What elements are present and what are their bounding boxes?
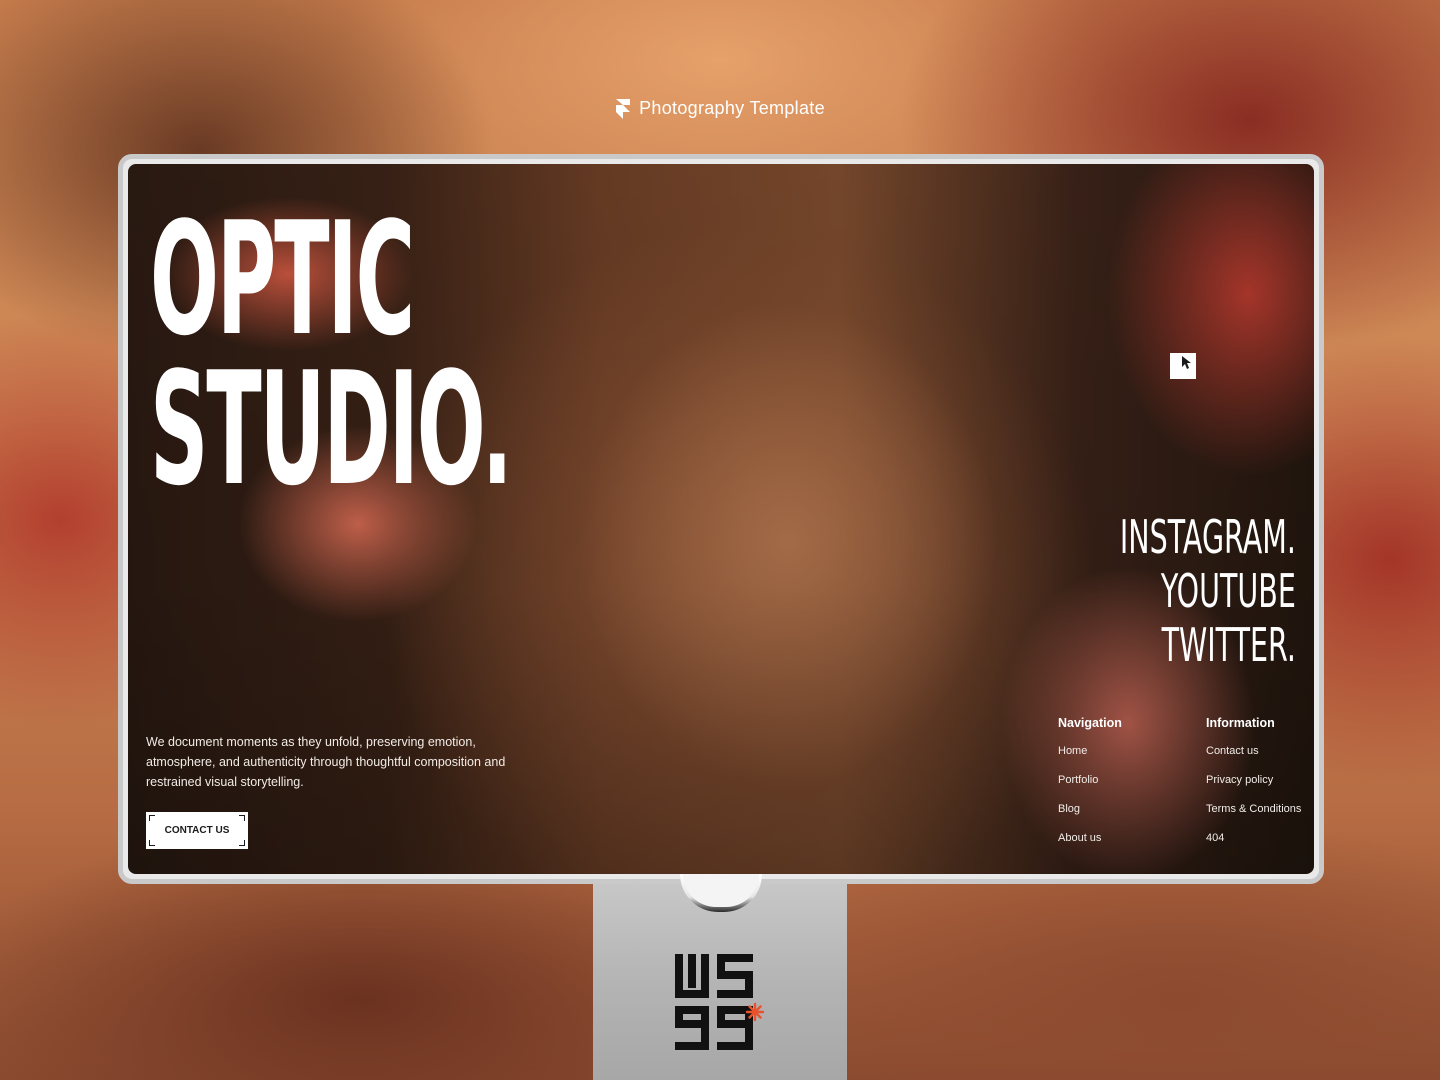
website-preview: OPTIC STUDIO. INSTAGRAM. YOUTUBE TWITTER… (128, 164, 1314, 874)
hero-headline: OPTIC STUDIO. (150, 188, 513, 520)
contact-us-button[interactable]: CONTACT US (146, 812, 248, 849)
social-links: INSTAGRAM. YOUTUBE TWITTER. (1120, 510, 1296, 672)
footer-link-contact-us[interactable]: Contact us (1206, 744, 1301, 758)
template-title: Photography Template (639, 98, 825, 118)
footer-navigation-heading: Navigation (1058, 716, 1122, 730)
ws-monogram-logo-icon (675, 954, 765, 1050)
contact-us-label: CONTACT US (164, 825, 230, 836)
button-corner-mark (149, 840, 155, 846)
footer-link-home[interactable]: Home (1058, 744, 1122, 758)
browser-frame: OPTIC STUDIO. INSTAGRAM. YOUTUBE TWITTER… (118, 154, 1324, 884)
footer-link-portfolio[interactable]: Portfolio (1058, 773, 1122, 787)
social-link-twitter[interactable]: TWITTER. (1120, 618, 1296, 672)
headline-line-1: OPTIC (150, 188, 415, 370)
template-title-bar: Photography Template (0, 98, 1440, 119)
button-corner-mark (149, 815, 155, 821)
headline-line-2: STUDIO. (150, 338, 513, 520)
footer-information: Information Contact us Privacy policy Te… (1206, 716, 1301, 860)
social-link-youtube[interactable]: YOUTUBE (1120, 564, 1296, 618)
custom-cursor (1170, 353, 1196, 379)
cursor-arrow-icon (1182, 356, 1191, 369)
framer-logo-icon (616, 98, 631, 119)
button-corner-mark (239, 840, 245, 846)
stand-neck (680, 874, 762, 912)
footer-link-blog[interactable]: Blog (1058, 802, 1122, 816)
social-link-instagram[interactable]: INSTAGRAM. (1120, 510, 1296, 564)
monitor-stand (593, 874, 847, 1080)
footer-information-heading: Information (1206, 716, 1275, 730)
footer-link-privacy-policy[interactable]: Privacy policy (1206, 773, 1301, 787)
footer-link-terms-conditions[interactable]: Terms & Conditions (1206, 802, 1301, 816)
footer-link-about-us[interactable]: About us (1058, 831, 1122, 845)
button-corner-mark (239, 815, 245, 821)
footer-navigation: Navigation Home Portfolio Blog About us (1058, 716, 1122, 860)
hero-tagline: We document moments as they unfold, pres… (146, 735, 506, 789)
footer-link-404[interactable]: 404 (1206, 831, 1301, 845)
